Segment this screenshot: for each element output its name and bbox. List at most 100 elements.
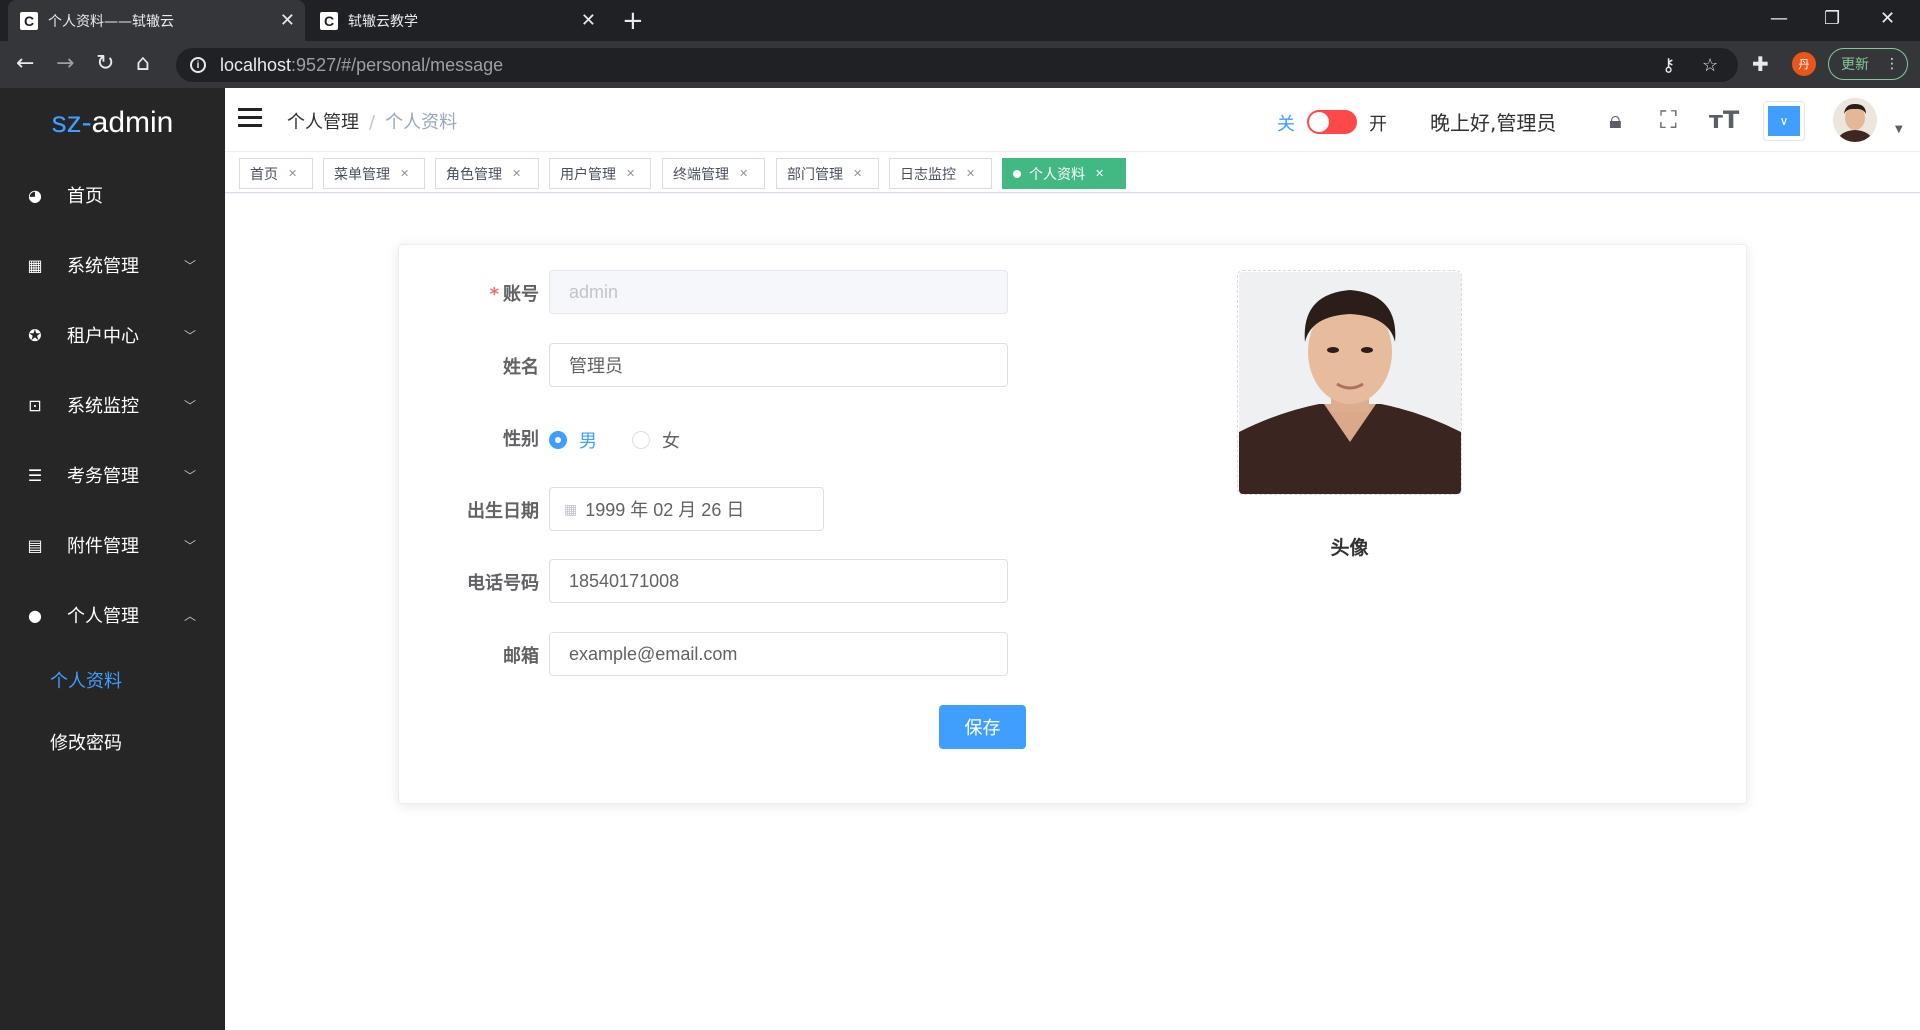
browser-tab-title: 轼辙云教学 [348, 13, 418, 30]
sidebar-item-system[interactable]: ▦ 系统管理 ﹀ [0, 240, 225, 290]
switch-off-label: 关 [1277, 114, 1295, 135]
sidebar: sz-admin ◕ 首页 ▦ 系统管理 ﹀ ✪ 租户中心 ﹀ ⊡ 系统监控 ﹀… [0, 88, 225, 1030]
avatar-label: 头像 [1330, 537, 1369, 559]
sidebar-item-exam[interactable]: ☰ 考务管理 ﹀ [0, 450, 225, 500]
theme-color-picker[interactable]: ∨ [1763, 101, 1805, 141]
sidebar-item-label: 租户中心 [67, 326, 139, 347]
close-icon[interactable]: ✕ [512, 167, 521, 180]
close-icon[interactable]: ✕ [966, 167, 975, 180]
browser-tab[interactable]: C 轼辙云教学 ✕ [308, 0, 606, 41]
close-window-icon[interactable]: ✕ [1880, 8, 1895, 29]
sidebar-item-attachment[interactable]: ▤ 附件管理 ﹀ [0, 520, 225, 570]
close-tab-icon[interactable]: ✕ [280, 10, 295, 31]
new-tab-button[interactable]: + [622, 6, 644, 36]
avatar-uploader[interactable] [1237, 270, 1462, 495]
tag-log[interactable]: 日志监控 ✕ [889, 158, 992, 189]
close-icon[interactable]: ✕ [626, 167, 635, 180]
chevron-down-icon: ﹀ [184, 468, 197, 483]
close-icon[interactable]: ✕ [739, 167, 748, 180]
home-icon[interactable]: ⌂ [136, 51, 150, 76]
phone-label: 电话号码 [467, 573, 539, 594]
minimize-icon[interactable]: — [1770, 8, 1788, 29]
restore-icon[interactable]: ❐ [1824, 8, 1840, 29]
close-icon[interactable]: ✕ [853, 167, 862, 180]
email-row: 邮箱 example@email.com [399, 632, 1019, 676]
chevron-down-icon: ∨ [1768, 106, 1800, 136]
key-icon[interactable]: ⚷ [1662, 55, 1675, 76]
sidebar-item-monitor[interactable]: ⊡ 系统监控 ﹀ [0, 380, 225, 430]
chevron-down-icon: ﹀ [184, 398, 197, 413]
breadcrumb-separator: / [369, 112, 376, 133]
phone-input[interactable]: 18540171008 [549, 559, 1008, 603]
app-header: 个人管理 / 个人资料 关 开 晚上好,管理员 🔒︎ ⛶ тT ∨ ▼ [225, 88, 1920, 152]
tag-label: 菜单管理 [334, 166, 390, 183]
sidebar-subitem-password[interactable]: 修改密码 [0, 717, 225, 767]
tag-home[interactable]: 首页 ✕ [239, 158, 313, 189]
radio-label: 女 [662, 431, 680, 452]
close-icon[interactable]: ✕ [400, 167, 409, 180]
email-input[interactable]: example@email.com [549, 632, 1008, 676]
birth-date-picker[interactable]: ▦ 1999 年 02 月 26 日 [549, 487, 824, 531]
birth-label: 出生日期 [467, 501, 539, 522]
font-size-icon[interactable]: тT [1709, 106, 1739, 134]
url-input[interactable]: i localhost:9527/#/personal/message ⚷ ☆ [176, 48, 1738, 82]
radio-checked-icon [549, 431, 567, 449]
phone-row: 电话号码 18540171008 [399, 559, 1019, 603]
tag-department[interactable]: 部门管理 ✕ [776, 158, 879, 189]
name-input[interactable]: 管理员 [549, 343, 1008, 387]
reload-icon[interactable]: ↻ [96, 51, 114, 76]
account-label: * 账号 [490, 280, 539, 306]
sidebar-item-tenant[interactable]: ✪ 租户中心 ﹀ [0, 310, 225, 360]
sidebar-item-label: 系统管理 [67, 256, 139, 277]
forward-icon[interactable]: → [56, 51, 74, 76]
gender-radio-female[interactable]: 女 [632, 427, 680, 453]
browser-tab-active[interactable]: C 个人资料——轼辙云 ✕ [8, 0, 305, 41]
sidebar-subitem-profile[interactable]: 个人资料 [0, 655, 225, 705]
account-label-text: 账号 [503, 284, 539, 305]
grid-icon: ▦ [27, 255, 43, 275]
lock-icon[interactable]: 🔒︎ [1609, 106, 1622, 134]
tag-label: 用户管理 [560, 166, 616, 183]
profile-avatar[interactable]: 丹 [1792, 52, 1816, 76]
close-icon[interactable]: ✕ [288, 167, 297, 180]
close-icon[interactable]: ✕ [1095, 167, 1104, 180]
more-menu-icon[interactable]: ⋮ [1885, 56, 1899, 72]
browser-update-button[interactable]: 更新 ⋮ [1828, 48, 1908, 80]
document-icon: ▤ [27, 535, 43, 555]
tags-view: 首页 ✕ 菜单管理 ✕ 角色管理 ✕ 用户管理 ✕ 终端管理 ✕ 部门管理 ✕ 日志监控 ✕ … [225, 153, 1920, 193]
sidebar-item-home[interactable]: ◕ 首页 [0, 170, 225, 220]
sidebar-item-label: 系统监控 [67, 396, 139, 417]
tag-role[interactable]: 角色管理 ✕ [435, 158, 539, 189]
extensions-icon[interactable]: ✚ [1752, 52, 1769, 76]
sidebar-item-label: 附件管理 [67, 536, 139, 557]
hamburger-icon[interactable] [238, 108, 262, 128]
theme-toggle[interactable] [1307, 110, 1357, 134]
tag-user[interactable]: 用户管理 ✕ [549, 158, 651, 189]
sidebar-item-label: 考务管理 [67, 466, 139, 487]
account-input: admin [549, 270, 1008, 314]
sidebar-item-label: 个人管理 [67, 606, 139, 627]
caret-down-icon[interactable]: ▼ [1895, 124, 1903, 135]
sidebar-item-personal[interactable]: ● 个人管理 ︿ [0, 590, 225, 640]
tag-menu[interactable]: 菜单管理 ✕ [323, 158, 425, 189]
breadcrumb-item[interactable]: 个人管理 [287, 112, 359, 133]
save-button[interactable]: 保存 [939, 705, 1026, 749]
gender-radio-male[interactable]: 男 [549, 427, 597, 453]
avatar-image [1833, 98, 1877, 142]
tag-label: 角色管理 [446, 166, 502, 183]
avatar[interactable] [1833, 98, 1877, 142]
bookmark-star-icon[interactable]: ☆ [1702, 55, 1718, 76]
tenant-icon: ✪ [28, 325, 42, 345]
tag-terminal[interactable]: 终端管理 ✕ [662, 158, 765, 189]
tag-profile[interactable]: 个人资料 ✕ [1002, 158, 1126, 189]
fullscreen-icon[interactable]: ⛶ [1660, 106, 1677, 134]
browser-tab-title: 个人资料——轼辙云 [48, 13, 174, 30]
back-icon[interactable]: ← [16, 51, 34, 76]
radio-unchecked-icon [632, 431, 650, 449]
app-logo[interactable]: sz-admin [0, 106, 225, 140]
email-label: 邮箱 [503, 646, 539, 667]
url-path: :9527/#/personal/message [291, 54, 504, 75]
sidebar-subitem-label: 个人资料 [50, 671, 122, 692]
site-info-icon[interactable]: i [190, 57, 206, 73]
close-tab-icon[interactable]: ✕ [581, 10, 596, 31]
